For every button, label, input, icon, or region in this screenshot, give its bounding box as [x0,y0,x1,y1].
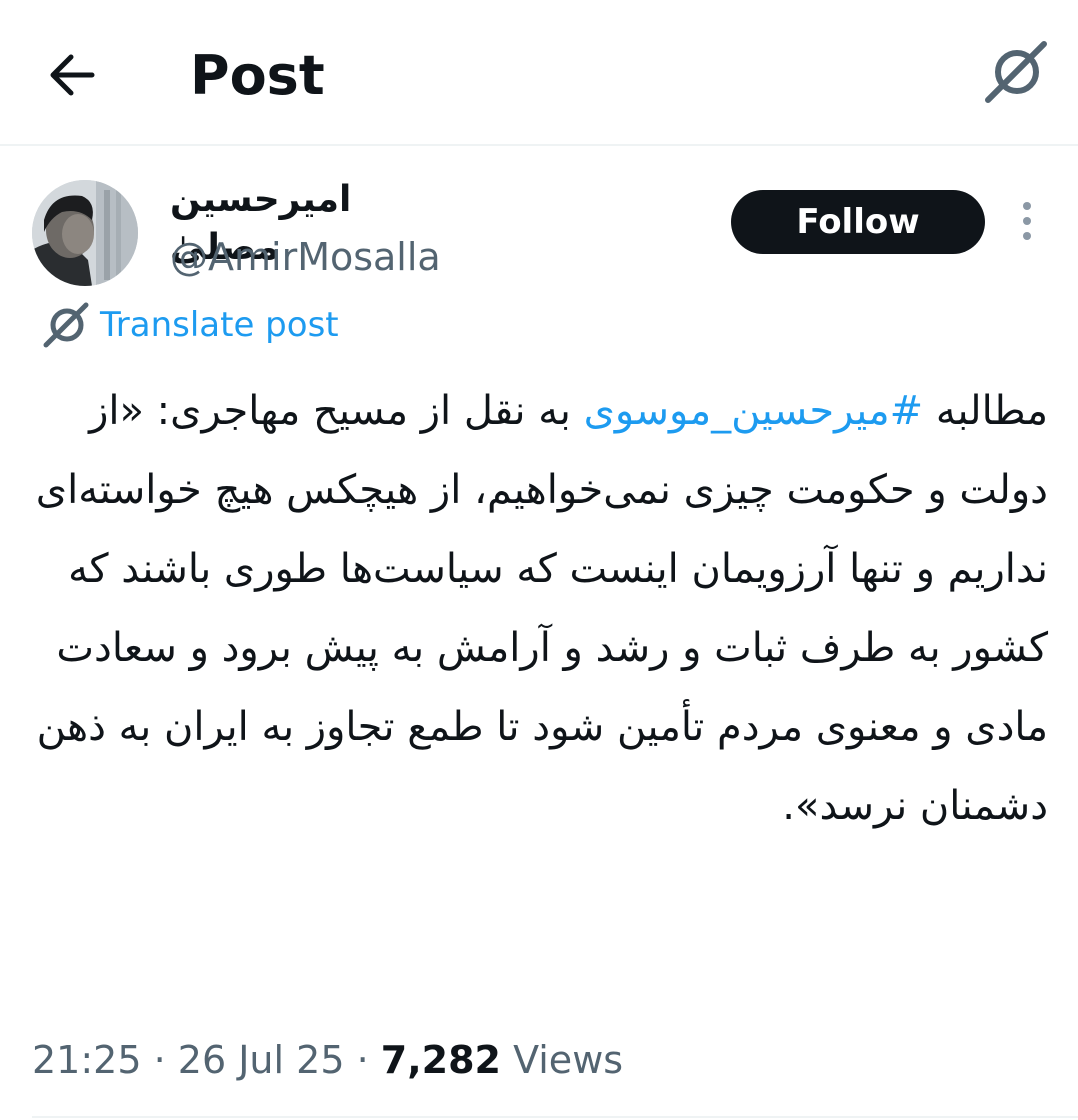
profile-photo [32,180,138,286]
translate-post-label: Translate post [100,305,339,345]
views-count: 7,282 [380,1038,501,1082]
page-title: Post [190,44,325,107]
top-bar: Post [0,0,1078,146]
avatar[interactable] [32,180,138,286]
grok-button[interactable] [984,40,1048,104]
more-options-button[interactable] [1010,198,1044,244]
back-button[interactable] [44,48,104,102]
meta-separator: · [356,1038,369,1082]
tweet-time[interactable]: 21:25 [32,1038,142,1082]
arrow-left-icon [50,54,95,96]
meta-separator: · [153,1038,166,1082]
author-handle[interactable]: @AmirMosalla [170,232,441,282]
hashtag-link[interactable]: #میرحسین_موسوی [584,388,924,434]
translate-post-link[interactable]: Translate post [42,300,339,350]
tweet-metadata: 21:25 · 26 Jul 25 · 7,282 Views [32,1032,623,1088]
divider [32,1116,1078,1118]
tweet-text: مطالبه #میرحسین_موسوی به نقل از مسیح مها… [30,372,1048,846]
views-label: Views [513,1038,624,1082]
follow-button[interactable]: Follow [731,190,985,254]
grok-icon [985,41,1047,103]
more-vertical-icon [1023,202,1031,240]
tweet-text-rest: به نقل از مسیح مهاجری: «از دولت و حکومت … [35,388,1048,829]
grok-icon [43,302,89,348]
tweet-text-start: مطالبه [923,388,1048,434]
tweet-date[interactable]: 26 Jul 25 [178,1038,345,1082]
